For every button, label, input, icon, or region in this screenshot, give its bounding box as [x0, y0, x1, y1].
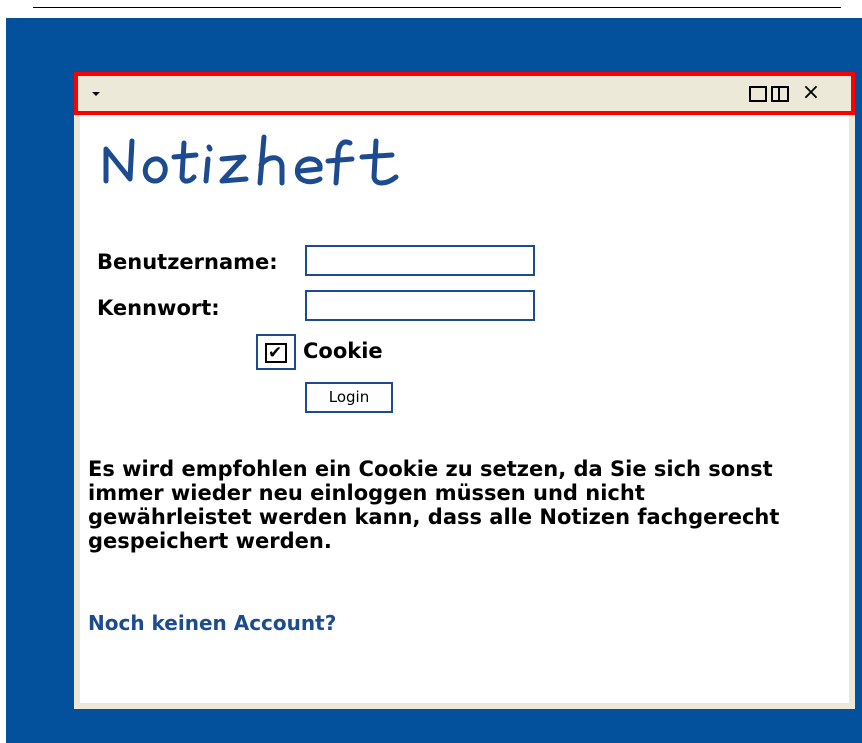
- username-label: Benutzername:: [97, 250, 278, 274]
- close-icon[interactable]: ×: [800, 81, 822, 105]
- cookie-info-text: Es wird empfohlen ein Cookie zu setzen, …: [88, 457, 780, 553]
- cookie-label: Cookie: [303, 339, 383, 363]
- window-content: Benutzername: Kennwort: ✔ Cookie Login E…: [80, 115, 849, 703]
- password-label: Kennwort:: [97, 296, 220, 320]
- login-button[interactable]: Login: [305, 382, 393, 413]
- desktop-background: × Benutzername: Kennwort: ✔ Cookie Login…: [6, 18, 862, 743]
- window-titlebar: ×: [74, 72, 855, 115]
- username-input[interactable]: [305, 245, 535, 276]
- password-input[interactable]: [305, 290, 535, 321]
- notizheft-logo: [103, 134, 399, 186]
- signup-link[interactable]: Noch keinen Account?: [88, 611, 336, 635]
- top-divider-line: [33, 7, 841, 8]
- tile-icon[interactable]: [771, 86, 789, 102]
- notizheft-window: × Benutzername: Kennwort: ✔ Cookie Login…: [74, 72, 855, 709]
- checkmark-icon: ✔: [268, 343, 283, 363]
- dropdown-arrow-icon[interactable]: [92, 92, 100, 96]
- cookie-checkbox[interactable]: ✔: [256, 334, 296, 370]
- checkbox-box: ✔: [265, 343, 287, 363]
- maximize-icon[interactable]: [749, 86, 767, 102]
